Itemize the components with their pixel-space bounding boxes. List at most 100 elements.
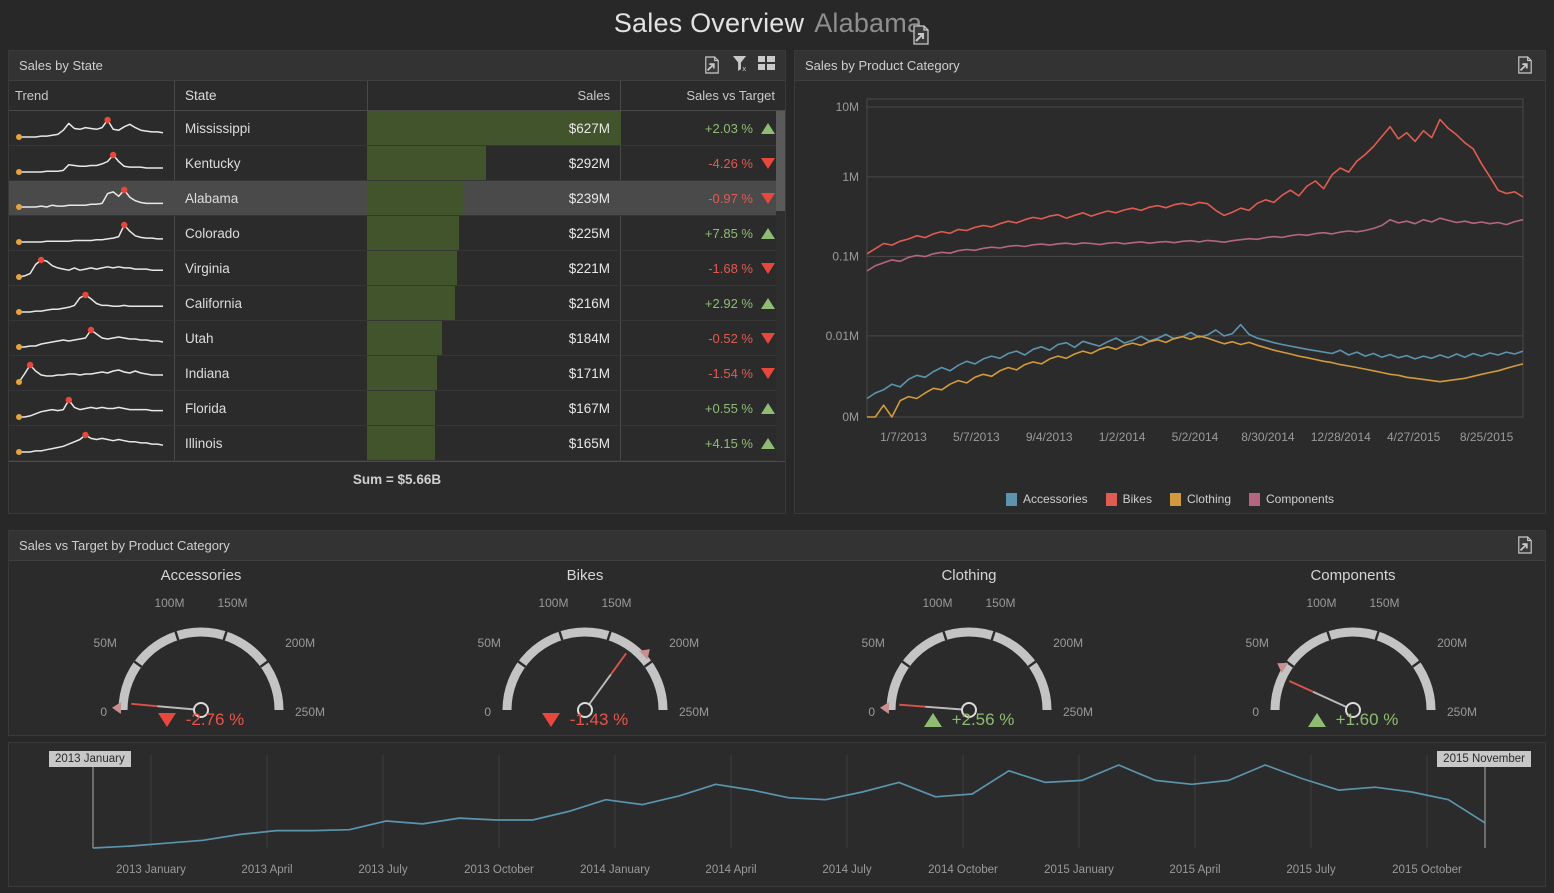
gauge-clothing[interactable]: Clothing050M100M150M200M250M+2.56 % — [777, 561, 1161, 736]
table-row[interactable]: California$216M+2.92 % — [9, 286, 785, 321]
column-header-sales[interactable]: Sales — [368, 81, 621, 110]
state-name-cell[interactable]: Mississippi — [175, 111, 368, 145]
variance-value: -0.97 % — [708, 191, 753, 206]
legend-item-components[interactable]: Components — [1249, 492, 1334, 506]
grid-view-icon[interactable] — [758, 56, 775, 76]
state-name-cell[interactable]: Florida — [175, 391, 368, 425]
sales-vs-target-cell: -4.26 % — [621, 146, 785, 180]
sales-value: $221M — [569, 261, 610, 276]
sparkline-cell — [9, 356, 175, 390]
table-row[interactable]: Virginia$221M-1.68 % — [9, 251, 785, 286]
table-row[interactable]: Utah$184M-0.52 % — [9, 321, 785, 356]
sales-value: $239M — [569, 191, 610, 206]
y-axis-tick: 0.1M — [832, 249, 859, 263]
table-row[interactable]: Kentucky $292M -4.26 % — [9, 146, 785, 181]
timeline-start-label[interactable]: 2013 January — [49, 751, 131, 767]
gauge-bikes[interactable]: Bikes050M100M150M200M250M-1.43 % — [393, 561, 777, 736]
series-line-bikes — [867, 120, 1523, 254]
page-title-subtitle: Alabama — [814, 8, 922, 38]
sparkline-cell — [9, 146, 175, 180]
sales-bar — [368, 146, 486, 180]
gauge-needle — [131, 704, 157, 706]
legend-label: Clothing — [1187, 492, 1231, 506]
sales-vs-target-cell: +7.85 % — [621, 216, 785, 250]
state-name-cell[interactable]: California — [175, 286, 368, 320]
timeline-end-label[interactable]: 2015 November — [1437, 751, 1531, 767]
trend-sparkline — [15, 290, 167, 316]
sparkline-cell — [9, 251, 175, 285]
state-name-cell[interactable]: Virginia — [175, 251, 368, 285]
triangle-down-icon — [158, 713, 176, 727]
dashboard-root: Sales OverviewAlabama Sales by State — [0, 0, 1554, 893]
table-row[interactable]: Alabama $239M -0.97 % — [9, 181, 785, 216]
gauge-tick-label: 100M — [1306, 596, 1336, 610]
triangle-up-icon — [761, 403, 775, 414]
table-header-row: Trend State Sales Sales vs Target — [9, 81, 785, 111]
export-icon[interactable] — [912, 25, 930, 45]
clear-filter-icon[interactable]: x — [732, 55, 748, 77]
timeline-panel[interactable]: 2013 January 2015 November 2013 January 2… — [8, 742, 1546, 887]
scrollbar-thumb[interactable] — [776, 111, 785, 211]
export-icon[interactable] — [704, 56, 722, 76]
state-name-cell[interactable]: Kentucky — [175, 146, 368, 180]
timeline-tick-label: 2013 January — [116, 864, 186, 876]
sales-by-state-panel: Sales by State x — [8, 50, 786, 514]
triangle-down-icon — [761, 193, 775, 204]
panel-header: Sales by State x — [9, 51, 785, 81]
gauge-variance-value: -1.43 % — [570, 710, 629, 730]
export-icon[interactable] — [1517, 536, 1535, 556]
export-icon[interactable] — [1517, 56, 1535, 76]
x-axis-tick: 4/27/2015 — [1387, 430, 1441, 444]
sales-vs-target-cell: -0.97 % — [621, 181, 785, 215]
column-header-state[interactable]: State — [175, 81, 368, 110]
trend-sparkline — [15, 430, 167, 456]
table-row[interactable]: Indiana$171M-1.54 % — [9, 356, 785, 391]
sales-value: $292M — [569, 156, 610, 171]
legend-label: Accessories — [1023, 492, 1088, 506]
sales-cell: $184M — [368, 321, 621, 355]
triangle-up-icon — [761, 123, 775, 134]
variance-value: +2.92 % — [705, 296, 753, 311]
legend-item-accessories[interactable]: Accessories — [1006, 492, 1088, 506]
variance-value: +4.15 % — [705, 436, 753, 451]
table-row[interactable]: Colorado $225M +7.85 % — [9, 216, 785, 251]
gauge-tick-label: 100M — [538, 596, 568, 610]
variance-value: +7.85 % — [705, 226, 753, 241]
gauge-title: Clothing — [777, 561, 1161, 584]
legend-item-bikes[interactable]: Bikes — [1106, 492, 1152, 506]
trend-sparkline — [15, 255, 167, 281]
timeline-tick-label: 2014 July — [822, 864, 871, 876]
state-name-cell[interactable]: Colorado — [175, 216, 368, 250]
column-header-trend[interactable]: Trend — [9, 81, 175, 110]
sales-bar — [368, 391, 435, 425]
line-chart-svg[interactable]: 0M0.01M0.1M1M10M1/7/20135/7/20139/4/2013… — [795, 81, 1545, 481]
state-name-cell[interactable]: Utah — [175, 321, 368, 355]
state-name-cell[interactable]: Illinois — [175, 426, 368, 460]
table-scrollbar[interactable] — [776, 111, 785, 461]
table-row[interactable]: Mississippi$627M+2.03 % — [9, 111, 785, 146]
state-table: Trend State Sales Sales vs Target Missis… — [9, 81, 785, 497]
trend-sparkline — [15, 115, 167, 141]
table-row[interactable]: Illinois$165M +4.15 % — [9, 426, 785, 461]
state-name-cell[interactable]: Alabama — [175, 181, 368, 215]
gauge-accessories[interactable]: Accessories050M100M150M200M250M-2.76 % — [9, 561, 393, 736]
x-axis-tick: 9/4/2013 — [1026, 430, 1073, 444]
triangle-up-icon — [761, 438, 775, 449]
gauge-components[interactable]: Components050M100M150M200M250M+1.60 % — [1161, 561, 1545, 736]
table-row[interactable]: Florida$167M+0.55 % — [9, 391, 785, 426]
sales-cell: $165M — [368, 426, 621, 460]
sales-vs-target-cell: -0.52 % — [621, 321, 785, 355]
trend-sparkline — [15, 395, 167, 421]
line-chart-area: 0M0.01M0.1M1M10M1/7/20135/7/20139/4/2013… — [795, 81, 1545, 514]
variance-value: +2.03 % — [705, 121, 753, 136]
legend-item-clothing[interactable]: Clothing — [1170, 492, 1231, 506]
sparkline-cell — [9, 426, 175, 460]
column-header-sales-vs-target[interactable]: Sales vs Target — [621, 81, 785, 110]
sales-value: $225M — [569, 226, 610, 241]
sparkline-cell — [9, 321, 175, 355]
gauge-title: Accessories — [9, 561, 393, 584]
y-axis-tick: 0M — [842, 410, 859, 424]
sales-cell: $292M — [368, 146, 621, 180]
state-name-cell[interactable]: Indiana — [175, 356, 368, 390]
panel-title: Sales by Product Category — [805, 58, 960, 73]
